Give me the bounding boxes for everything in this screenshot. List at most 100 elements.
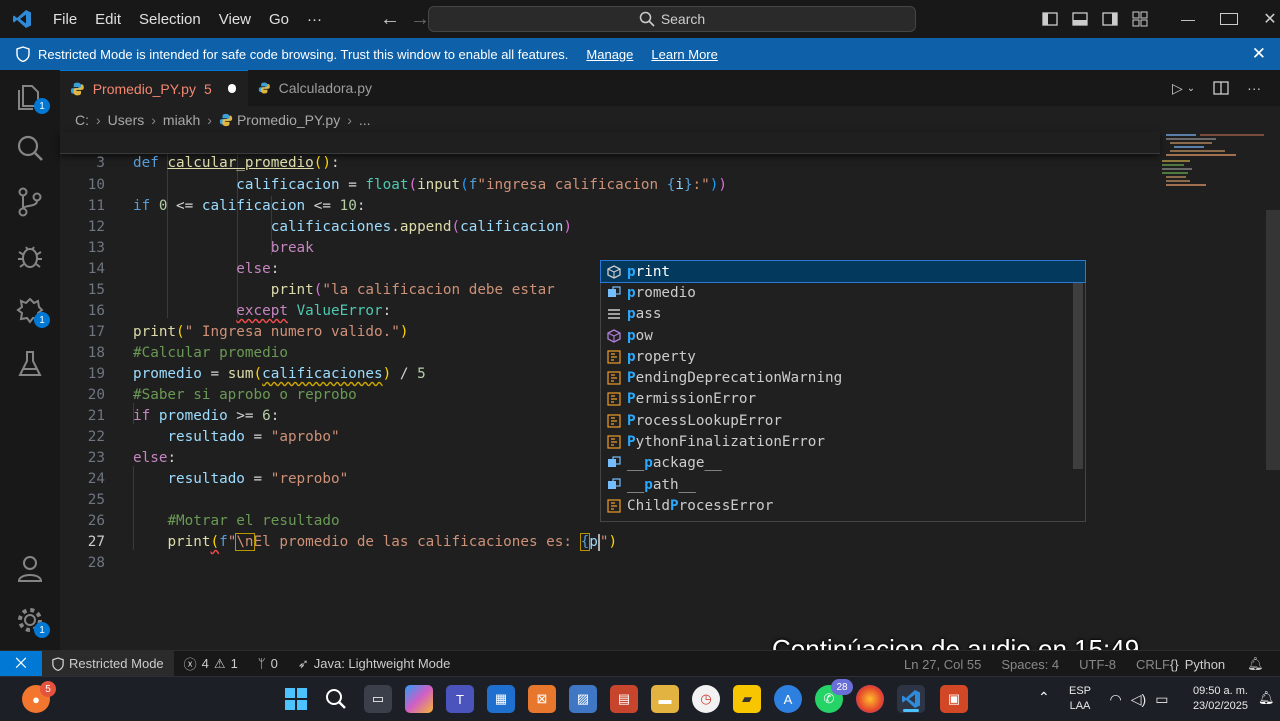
problems-indicator[interactable]: ⓧ 4 ⚠ 1: [174, 654, 248, 673]
explorer-button[interactable]: 1: [14, 80, 50, 114]
firefox-icon[interactable]: [856, 685, 884, 713]
source-control-button[interactable]: [14, 186, 46, 218]
cursor-position[interactable]: Ln 27, Col 55: [904, 657, 981, 672]
toggle-sidebar-icon[interactable]: [1042, 12, 1058, 26]
accounts-button[interactable]: [14, 552, 46, 584]
teams-icon[interactable]: T: [446, 685, 474, 713]
java-status[interactable]: ➶ Java: Lightweight Mode: [288, 656, 461, 672]
menu-more[interactable]: ···: [298, 11, 331, 28]
menu-go[interactable]: Go: [260, 11, 298, 28]
encoding[interactable]: UTF-8: [1079, 657, 1116, 672]
run-dropdown-chevron-icon[interactable]: ⌄: [1187, 83, 1195, 94]
powerpoint-icon[interactable]: ▣: [940, 685, 968, 713]
toggle-panel-icon[interactable]: [1072, 12, 1088, 26]
suggestion-label: promedio: [627, 284, 696, 301]
breadcrumb-user[interactable]: miakh: [163, 112, 200, 128]
microsoft-store-icon[interactable]: ▦: [487, 685, 515, 713]
whatsapp-icon[interactable]: ✆ 28: [815, 679, 853, 713]
suggestion-item[interactable]: __package__: [601, 453, 1085, 474]
app-store-icon[interactable]: A: [774, 685, 802, 713]
extensions-button[interactable]: 1: [14, 294, 50, 328]
suggestion-item[interactable]: __path__: [601, 474, 1085, 495]
line-ending[interactable]: CRLF: [1136, 657, 1170, 672]
testing-button[interactable]: [14, 348, 46, 380]
file-explorer-icon[interactable]: ▬: [651, 685, 679, 713]
toggle-secondary-sidebar-icon[interactable]: [1102, 12, 1118, 26]
antenna-icon: ᛘ: [257, 656, 266, 671]
run-python-icon[interactable]: ▷: [1172, 80, 1183, 97]
show-hidden-icons-chevron-icon[interactable]: ⌃: [1038, 689, 1050, 706]
sticky-scroll-header[interactable]: 3 def calcular_promedio():: [60, 132, 1160, 171]
taskbar-search-icon[interactable]: [322, 685, 350, 713]
breadcrumb-drive[interactable]: C:: [75, 112, 89, 128]
minimize-icon[interactable]: —: [1168, 11, 1208, 27]
manage-link[interactable]: Manage: [586, 47, 633, 62]
close-banner-icon[interactable]: ✕: [1252, 44, 1266, 64]
manage-button[interactable]: 1: [14, 604, 50, 638]
suggestion-item[interactable]: promedio: [601, 282, 1085, 303]
learn-more-link[interactable]: Learn More: [651, 47, 717, 62]
menu-edit[interactable]: Edit: [86, 11, 130, 28]
restricted-mode-indicator[interactable]: Restricted Mode: [42, 650, 174, 677]
photos-icon[interactable]: ▨: [569, 685, 597, 713]
command-center-search[interactable]: Search: [428, 6, 916, 32]
code-line: 13 break: [87, 240, 314, 256]
split-editor-icon[interactable]: [1213, 81, 1229, 95]
clock-app-icon[interactable]: ◷: [692, 685, 720, 713]
suggestion-item[interactable]: property: [601, 346, 1085, 367]
wifi-icon: ◠: [1109, 690, 1122, 707]
suggestion-item[interactable]: print: [600, 259, 1086, 284]
close-window-icon[interactable]: ✕: [1250, 9, 1280, 29]
clock[interactable]: 09:50 a. m. 23/02/2025: [1180, 677, 1248, 721]
breadcrumb-symbol[interactable]: ...: [359, 112, 371, 128]
keyboard-layout: LAA: [1069, 700, 1091, 712]
vscode-logo-icon: [0, 0, 44, 38]
run-debug-button[interactable]: [14, 240, 46, 272]
task-view-icon[interactable]: ▭: [364, 685, 392, 713]
suggestion-item[interactable]: PermissionError: [601, 389, 1085, 410]
restore-icon[interactable]: [1220, 13, 1238, 25]
breadcrumb-file[interactable]: Promedio_PY.py: [237, 112, 340, 128]
windows-start-icon[interactable]: [282, 685, 310, 713]
unsaved-dot-icon[interactable]: [227, 84, 236, 93]
more-actions-icon[interactable]: ···: [1247, 80, 1261, 96]
input-language[interactable]: ESP LAA: [1064, 677, 1096, 721]
office-app-icon[interactable]: ⊠: [528, 685, 556, 713]
suggestion-item[interactable]: pass: [601, 304, 1085, 325]
breadcrumb-users[interactable]: Users: [108, 112, 145, 128]
sticky-notes-icon[interactable]: ▰: [733, 685, 761, 713]
search-view-button[interactable]: [14, 132, 46, 164]
system-tray[interactable]: ◠ ◁) ▭: [1104, 677, 1174, 721]
suggestion-item[interactable]: ChildProcessError: [601, 495, 1085, 516]
suggestion-item[interactable]: PendingDeprecationWarning: [601, 368, 1085, 389]
language-mode[interactable]: Python: [1185, 657, 1225, 672]
notification-center-bell-icon[interactable]: 🔔︎: [1258, 690, 1275, 706]
variable-icon: [601, 456, 627, 470]
app-grid-icon[interactable]: ▤: [610, 685, 638, 713]
chevron-right-icon: ›: [96, 112, 101, 128]
menu-file[interactable]: File: [44, 11, 86, 28]
suggestion-item[interactable]: ProcessLookupError: [601, 410, 1085, 431]
copilot-icon[interactable]: [405, 685, 433, 713]
menu-view[interactable]: View: [210, 11, 260, 28]
vscode-taskbar-icon[interactable]: [897, 685, 925, 713]
copilot-widget-icon[interactable]: ● 5: [22, 681, 56, 713]
notifications-bell-icon[interactable]: 🔔︎: [1247, 656, 1264, 672]
customize-layout-icon[interactable]: [1132, 11, 1148, 27]
suggestion-item[interactable]: pow: [601, 325, 1085, 346]
clock-time: 09:50 a. m.: [1192, 685, 1248, 697]
suggestion-item[interactable]: PythonFinalizationError: [601, 431, 1085, 452]
suggestion-label: property: [627, 348, 696, 365]
editor-scrollbar[interactable]: [1266, 210, 1280, 470]
minimap[interactable]: [1160, 132, 1265, 192]
braces-icon: {}: [1170, 656, 1179, 672]
class-icon: [601, 435, 627, 449]
tab-calculadora-py[interactable]: Calculadora.py: [248, 70, 384, 106]
ports-indicator[interactable]: ᛘ 0: [248, 656, 288, 671]
clock-date: 23/02/2025: [1192, 700, 1248, 712]
menu-selection[interactable]: Selection: [130, 11, 210, 28]
tab-promedio-py[interactable]: Promedio_PY.py 5: [60, 70, 248, 106]
remote-window-icon[interactable]: ⨉: [0, 650, 42, 677]
indentation[interactable]: Spaces: 4: [1001, 657, 1059, 672]
back-arrow-icon[interactable]: ←: [375, 8, 405, 31]
